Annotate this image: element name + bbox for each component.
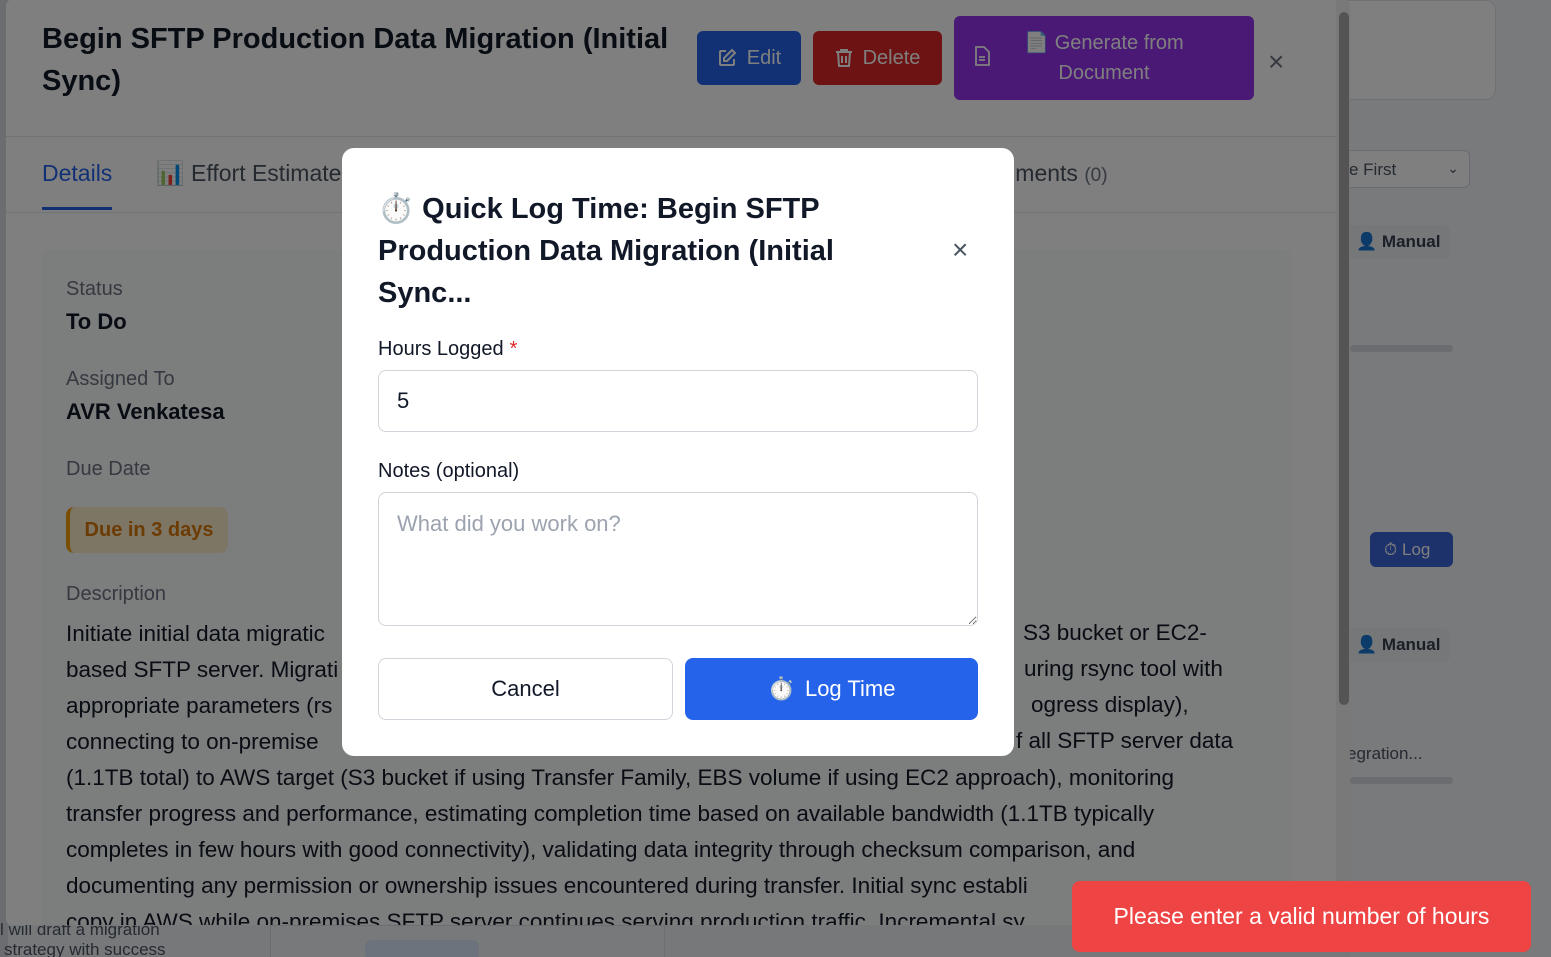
notes-textarea[interactable] <box>378 492 978 626</box>
error-toast-message: Please enter a valid number of hours <box>1113 903 1490 929</box>
cancel-button[interactable]: Cancel <box>378 658 673 720</box>
hours-logged-label: Hours Logged * <box>378 338 517 361</box>
error-toast: Please enter a valid number of hours <box>1072 881 1531 952</box>
stopwatch-icon: ⏱️ <box>378 193 415 225</box>
stopwatch-icon: ⏱️ <box>767 676 795 701</box>
required-asterisk: * <box>509 338 518 360</box>
modal-title: ⏱️ Quick Log Time: Begin SFTP Production… <box>378 188 898 314</box>
log-time-label: Log Time <box>804 676 896 701</box>
hours-logged-label-text: Hours Logged <box>378 338 504 360</box>
hours-logged-input[interactable] <box>378 370 978 432</box>
cancel-label: Cancel <box>491 676 560 701</box>
quick-log-time-modal: ⏱️ Quick Log Time: Begin SFTP Production… <box>342 148 1014 756</box>
close-modal-icon[interactable]: × <box>952 234 968 266</box>
notes-label: Notes (optional) <box>378 460 520 482</box>
modal-title-text: Quick Log Time: Begin SFTP Production Da… <box>378 193 834 309</box>
log-time-button[interactable]: ⏱️ Log Time <box>685 658 978 720</box>
